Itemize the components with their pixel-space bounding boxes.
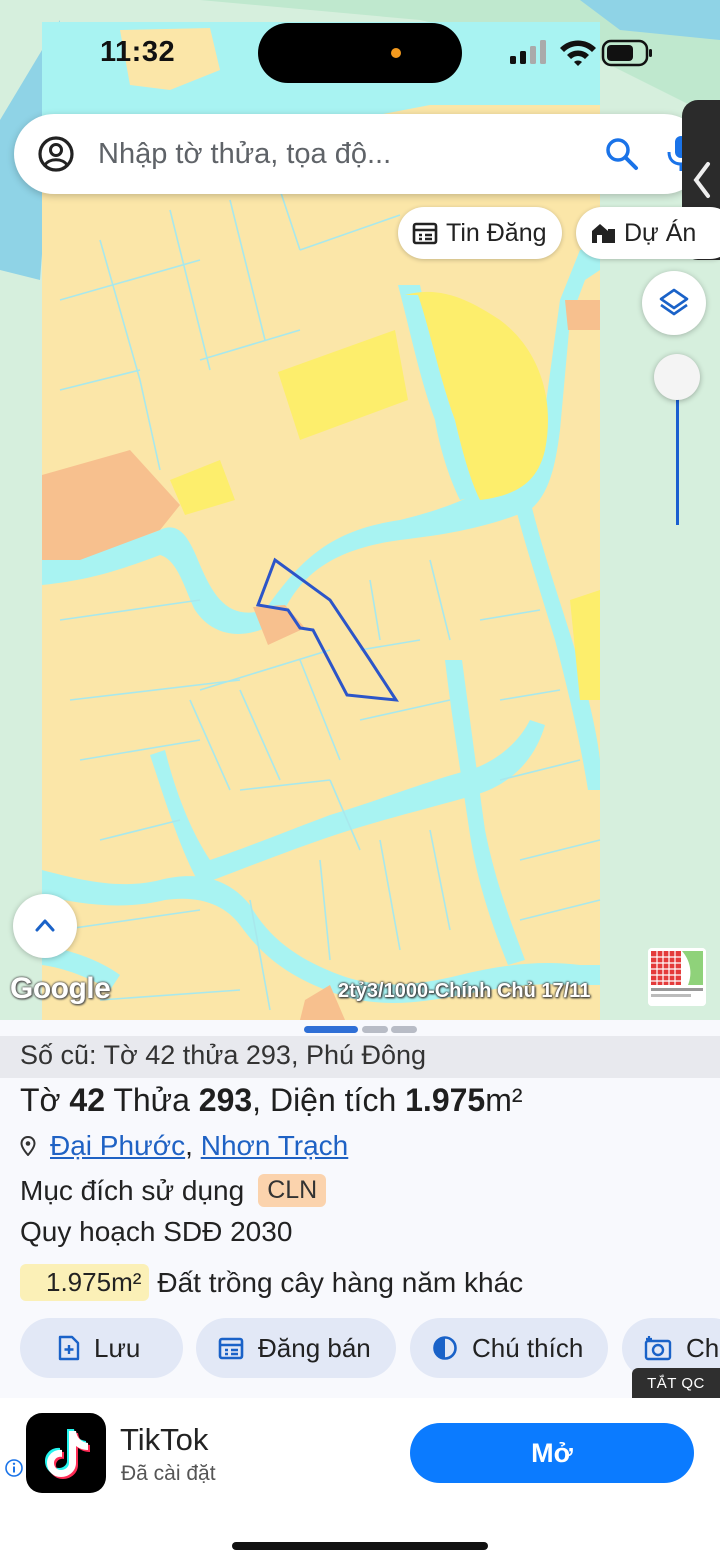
ad-app-status: Đã cài đặt bbox=[121, 1462, 216, 1485]
plot-label: Thửa bbox=[113, 1082, 190, 1118]
layers-icon bbox=[659, 288, 689, 316]
chevron-left-icon bbox=[693, 162, 710, 198]
recording-dot-icon bbox=[391, 48, 401, 58]
post-sale-button[interactable]: Đăng bán bbox=[196, 1318, 396, 1378]
zoning-plan-title: Quy hoạch SDĐ 2030 bbox=[20, 1216, 293, 1247]
parcel-title: Tờ 42 Thửa 293, Diện tích 1.975m² bbox=[20, 1082, 523, 1119]
map-view[interactable]: 11:32 Nhập tờ thửa, tọa độ... Tin Đăng D… bbox=[0, 0, 720, 1020]
ward-link[interactable]: Đại Phước bbox=[50, 1130, 185, 1162]
post-sale-button-label: Đăng bán bbox=[258, 1332, 371, 1363]
sheet-number: 42 bbox=[69, 1082, 106, 1118]
open-app-button[interactable]: Mở bbox=[410, 1423, 694, 1483]
land-use-badge[interactable]: CLN bbox=[258, 1174, 327, 1207]
chip-listings-label: Tin Đăng bbox=[446, 218, 547, 247]
bottom-safe-area bbox=[0, 1508, 720, 1564]
wifi-icon bbox=[560, 40, 596, 66]
action-bar: Lưu Đăng bán Chú thích Ch bbox=[0, 1318, 720, 1378]
plot-number: 293 bbox=[198, 1082, 253, 1118]
status-icons bbox=[510, 39, 652, 67]
layers-button[interactable] bbox=[642, 271, 706, 335]
site-plan-thumbnail-icon bbox=[648, 948, 706, 1006]
zoom-slider-track[interactable] bbox=[676, 395, 679, 525]
search-bar[interactable] bbox=[14, 114, 704, 194]
add-file-icon bbox=[58, 1335, 80, 1361]
old-parcel-info: Số cũ: Tờ 42 thửa 293, Phú Đông bbox=[20, 1040, 427, 1070]
status-time: 11:32 bbox=[100, 36, 176, 68]
chevron-up-icon bbox=[35, 919, 55, 932]
legend-button[interactable]: Chú thích bbox=[410, 1318, 608, 1378]
map-label[interactable]: 2tỷ3/1000-Chính Chủ 17/11 bbox=[338, 980, 590, 1003]
chip-listings[interactable]: Tin Đăng bbox=[398, 207, 562, 259]
google-attribution: Google bbox=[10, 972, 111, 1005]
parcel-info-sheet[interactable]: Số cũ: Tờ 42 thửa 293, Phú Đông Tờ 42 Th… bbox=[0, 1020, 720, 1398]
ad-info-icon[interactable] bbox=[4, 1458, 24, 1478]
legend-button-label: Chú thích bbox=[472, 1332, 584, 1363]
map-ad-thumbnail[interactable] bbox=[648, 948, 706, 1006]
capture-button-label: Ch bbox=[686, 1332, 720, 1363]
calendar-list-icon bbox=[218, 1337, 244, 1360]
land-use-label: Mục đích sử dụng bbox=[20, 1174, 245, 1206]
expand-panel-button[interactable] bbox=[13, 894, 77, 958]
contrast-icon bbox=[433, 1336, 457, 1360]
chip-projects[interactable]: Dự Án bbox=[576, 207, 720, 259]
search-input[interactable] bbox=[98, 132, 578, 176]
battery-icon bbox=[601, 39, 652, 67]
location-row: Đại Phước, Nhơn Trạch bbox=[20, 1130, 348, 1162]
save-button-label: Lưu bbox=[94, 1332, 141, 1363]
zoning-area-badge: 1.975m² bbox=[20, 1264, 150, 1301]
building-icon bbox=[592, 224, 615, 243]
chip-projects-label: Dự Án bbox=[624, 218, 697, 247]
zoning-plan-row: 1.975m² Đất trồng cây hàng năm khác bbox=[20, 1264, 523, 1301]
sheet-label: Tờ bbox=[20, 1082, 61, 1118]
district-link[interactable]: Nhơn Trạch bbox=[201, 1130, 349, 1162]
area-unit: m² bbox=[485, 1082, 523, 1118]
land-use-row: Mục đích sử dụng CLN bbox=[20, 1174, 327, 1207]
ad-app-name: TikTok bbox=[120, 1422, 209, 1457]
tiktok-app-icon[interactable] bbox=[26, 1413, 106, 1493]
area-value: 1.975 bbox=[405, 1082, 486, 1118]
dynamic-island bbox=[258, 23, 462, 83]
home-indicator[interactable] bbox=[232, 1542, 488, 1550]
sheet-page-indicator-active[interactable] bbox=[304, 1026, 358, 1033]
disable-ads-button[interactable]: TẮT QC bbox=[632, 1368, 720, 1398]
zoom-slider-handle[interactable] bbox=[654, 354, 700, 400]
account-icon[interactable] bbox=[36, 134, 76, 174]
sheet-page-indicator[interactable] bbox=[362, 1026, 388, 1033]
calendar-list-icon bbox=[412, 222, 438, 245]
search-icon[interactable] bbox=[604, 136, 640, 172]
signal-icon bbox=[510, 40, 546, 64]
tiktok-logo-icon bbox=[45, 1429, 90, 1479]
location-pin-icon bbox=[20, 1136, 36, 1156]
zoning-use-text: Đất trồng cây hàng năm khác bbox=[157, 1266, 524, 1298]
save-button[interactable]: Lưu bbox=[20, 1318, 183, 1378]
area-label: , Diện tích bbox=[252, 1082, 397, 1118]
ad-banner[interactable]: TikTok Đã cài đặt Mở bbox=[0, 1398, 720, 1508]
sheet-page-indicator[interactable] bbox=[391, 1026, 417, 1033]
add-photo-icon bbox=[644, 1336, 672, 1361]
